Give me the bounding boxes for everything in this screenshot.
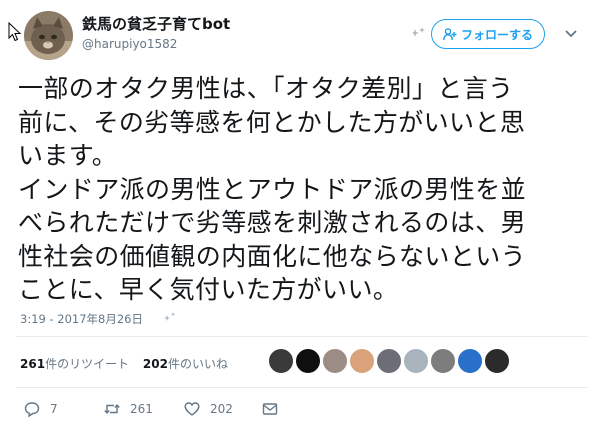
tweet-header: 鉄馬の貧乏子育てbot @harupiyo1582 フォローする [0, 0, 601, 62]
author-screen-name[interactable]: @harupiyo1582 [82, 37, 177, 51]
retweet-stat-label: 件のリツイート [45, 357, 130, 371]
mouse-cursor-icon [8, 22, 22, 42]
author-avatar[interactable] [24, 11, 73, 60]
liker-8-avatar[interactable] [457, 348, 483, 374]
divider-bottom [16, 387, 588, 388]
retweet-icon [104, 403, 120, 415]
reply-icon [24, 402, 40, 417]
like-count: 202 [210, 402, 233, 416]
reply-button[interactable]: 7 [24, 401, 58, 417]
tweet-text: 一部のオタク男性は、「オタク差別」と言う 前に、その劣等感を何とかした方がいいと… [18, 74, 527, 304]
liker-7-avatar[interactable] [430, 348, 456, 374]
like-stat-count: 202 [142, 357, 168, 371]
tweet-timestamp[interactable]: 3:19 - 2017年8月26日 [20, 311, 143, 327]
heart-icon [184, 402, 200, 416]
follow-button[interactable]: フォローする [431, 19, 545, 49]
cat-avatar-icon [24, 11, 73, 60]
reply-count: 7 [50, 402, 58, 416]
like-button[interactable]: 202 [184, 401, 233, 417]
retweet-count: 261 [130, 402, 153, 416]
liker-9-avatar[interactable] [484, 348, 510, 374]
author-display-name[interactable]: 鉄馬の貧乏子育てbot [82, 13, 230, 34]
liker-4-avatar[interactable] [349, 348, 375, 374]
tweet-stats: 261件のリツイート 202件のいいね [20, 355, 228, 372]
chevron-down-icon[interactable] [562, 26, 580, 42]
liker-1-avatar[interactable] [268, 348, 294, 374]
liker-2-avatar[interactable] [295, 348, 321, 374]
like-stat[interactable]: 202件のいいね [143, 357, 228, 371]
follow-person-icon [443, 27, 457, 40]
envelope-icon [262, 403, 278, 415]
liker-3-avatar[interactable] [322, 348, 348, 374]
liker-5-avatar[interactable] [376, 348, 402, 374]
retweet-stat[interactable]: 261件のリツイート [20, 357, 129, 371]
sparkle-icon [412, 27, 425, 37]
follow-button-label: フォローする [460, 27, 533, 42]
liker-6-avatar[interactable] [403, 348, 429, 374]
divider-top [16, 336, 588, 337]
sparkle-icon [164, 312, 176, 321]
like-stat-label: 件のいいね [167, 357, 228, 371]
retweet-button[interactable]: 261 [104, 401, 153, 417]
direct-message-button[interactable] [262, 401, 278, 417]
likers-avatars [268, 348, 510, 374]
retweet-stat-count: 261 [20, 357, 46, 371]
